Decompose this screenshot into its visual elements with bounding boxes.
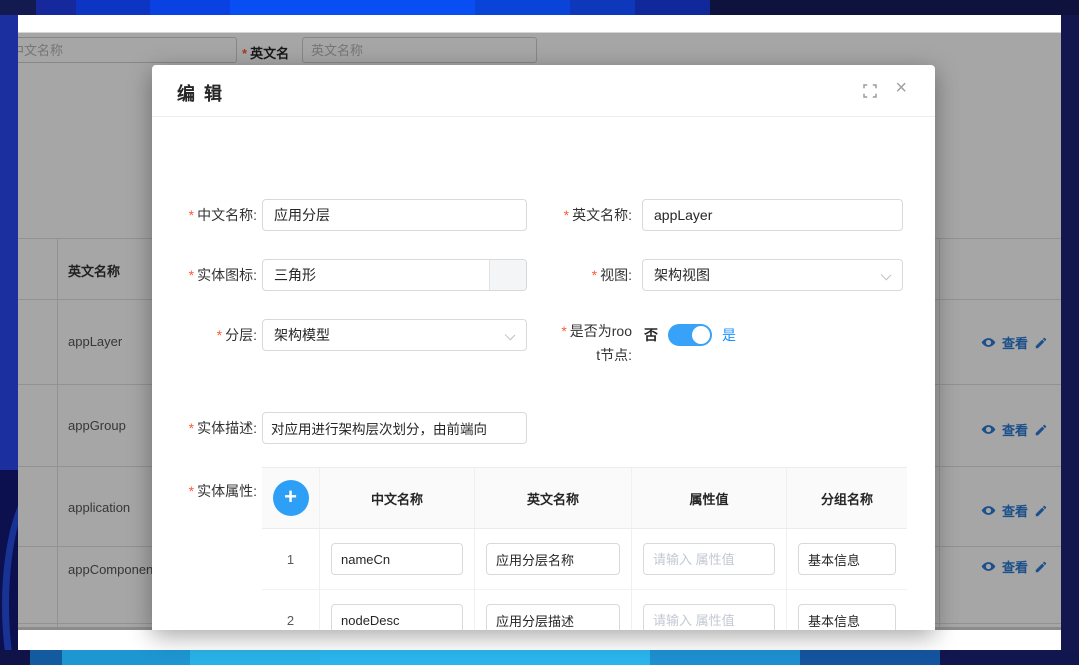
decorative-curve [2,475,18,650]
attribute-row: 2 [262,590,907,630]
required-asterisk: * [564,207,569,223]
band-segment [76,0,150,15]
toggle-knob [692,326,710,344]
cn-name-label: *中文名称: [152,199,257,231]
attr-group-input[interactable] [798,604,896,630]
band-segment [940,650,1079,665]
required-asterisk: * [189,483,194,499]
attribute-table-header: + 中文名称 英文名称 属性值 分组名称 [262,467,907,529]
band-segment [190,650,320,665]
band-segment [800,650,940,665]
entity-desc-input[interactable]: 对应用进行架构层次划分，由前端向 [262,412,527,444]
is-root-label: *是否为roo t节点: [532,319,632,367]
entity-desc-label: *实体描述: [152,412,257,444]
required-asterisk: * [561,323,566,339]
required-asterisk: * [189,207,194,223]
entity-attrs-label: *实体属性: [152,475,257,507]
band-segment [36,0,76,15]
attr-name-en-input[interactable] [486,604,620,630]
header-name-en: 英文名称 [475,468,632,528]
band-segment [475,0,570,15]
band-segment [230,0,475,15]
row-index: 2 [287,613,294,628]
attr-name-cn-input[interactable] [331,604,463,630]
entity-icon-input[interactable]: 三角形 [262,259,527,291]
layer-label: *分层: [152,319,257,351]
header-group: 分组名称 [787,468,907,528]
toggle-on-text: 是 [722,324,736,346]
view-label: *视图: [532,259,632,291]
band-segment [570,0,635,15]
entity-icon-label: *实体图标: [152,259,257,291]
required-asterisk: * [189,420,194,436]
band-segment [62,650,190,665]
attr-value-input[interactable] [643,543,775,575]
attr-name-cn-input[interactable] [331,543,463,575]
expand-icon[interactable] [863,84,877,103]
frame-right-strip [1061,15,1079,650]
en-name-label: *英文名称: [532,199,632,231]
modal-title: 编 辑 [177,80,224,106]
header-value: 属性值 [632,468,787,528]
band-segment [150,0,230,15]
band-segment [320,650,650,665]
required-asterisk: * [189,267,194,283]
cn-name-input[interactable]: 应用分层 [262,199,527,231]
layer-select[interactable]: 架构模型 [262,319,527,351]
chevron-down-icon [881,270,892,281]
close-icon[interactable]: × [895,78,907,98]
attribute-table: + 中文名称 英文名称 属性值 分组名称 1 2 [262,467,907,630]
band-segment [635,0,710,15]
modal-header: 编 辑 × [152,65,935,117]
attribute-row: 1 [262,529,907,590]
attribute-table-body: 1 2 3 [262,529,907,630]
frame-left-strip [0,15,18,650]
band-segment [30,650,62,665]
view-select[interactable]: 架构视图 [642,259,903,291]
band-segment [0,650,30,665]
chevron-down-icon [505,330,516,341]
add-attribute-button[interactable]: + [273,480,309,516]
attr-group-input[interactable] [798,543,896,575]
frame-top-band [0,0,1079,15]
required-asterisk: * [592,267,597,283]
band-segment [710,0,1079,15]
required-asterisk: * [217,327,222,343]
attr-name-en-input[interactable] [486,543,620,575]
band-segment [650,650,800,665]
icon-preview-addon[interactable] [489,259,526,291]
row-index: 1 [287,552,294,567]
header-name-cn: 中文名称 [320,468,475,528]
band-segment [0,0,36,15]
frame-bottom-band [0,650,1079,665]
en-name-input[interactable]: appLayer [642,199,903,231]
is-root-toggle[interactable] [668,324,712,346]
edit-modal: 编 辑 × *中文名称: 应用分层 *英文名称: appLayer *实体图标:… [152,65,935,630]
modal-body: *中文名称: 应用分层 *英文名称: appLayer *实体图标: 三角形 *… [152,117,935,630]
toggle-off-text: 否 [644,324,658,346]
attr-value-input[interactable] [643,604,775,630]
